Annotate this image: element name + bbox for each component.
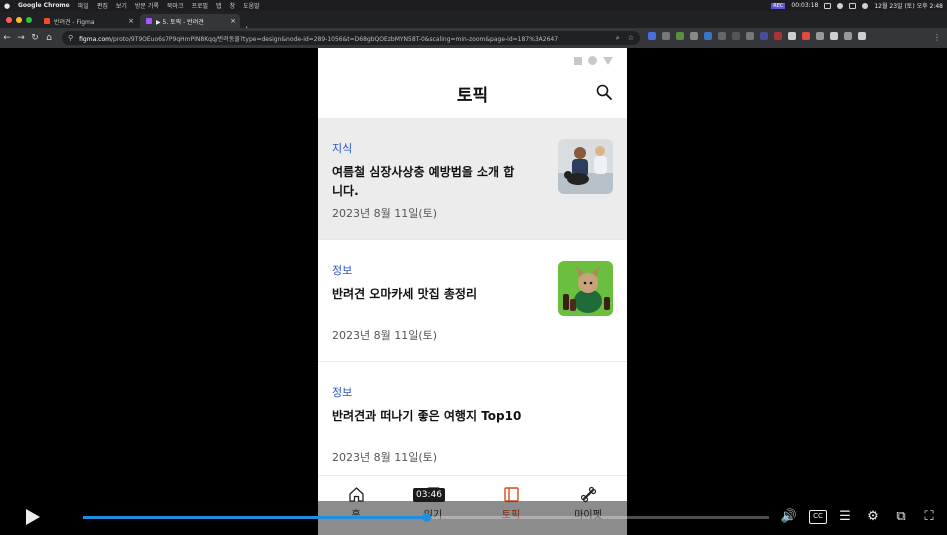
extension-icon[interactable] [732,32,740,40]
play-icon[interactable] [26,509,40,525]
extension-icon[interactable] [788,32,796,40]
extension-icon[interactable] [774,32,782,40]
reload-icon[interactable]: ↻ [28,33,42,43]
topic-title: 반려견 오마카세 맛집 총정리 [332,287,478,301]
menu-app-name[interactable]: Google Chrome [18,2,70,9]
circle-status-icon [588,56,597,65]
home-browser-icon[interactable]: ⌂ [42,33,56,43]
topic-category: 지식 [332,142,353,155]
extension-icon[interactable] [816,32,824,40]
extension-icon[interactable] [718,32,726,40]
phone-status-bar [574,56,613,65]
picture-in-picture-icon[interactable]: ⧉ [892,509,910,525]
progress-handle[interactable] [422,513,431,522]
extension-icon[interactable] [690,32,698,40]
square-status-icon [574,56,582,65]
battery-icon[interactable] [849,2,857,9]
zoom-icon[interactable]: ⌕ [616,34,620,43]
extension-icon[interactable] [662,32,670,40]
recording-badge[interactable]: REC [771,2,786,9]
topic-title: 반려견과 떠나기 좋은 여행지 Top10 [332,409,522,423]
browser-tab-prototype[interactable]: ▶ 5. 토픽 - 반려견 × [140,14,240,28]
extension-icon[interactable] [858,32,866,40]
back-icon[interactable]: ← [0,33,14,43]
topic-thumbnail-vet-photo [558,139,613,194]
control-center-icon[interactable] [837,2,844,9]
menu-view[interactable]: 보기 [116,1,127,10]
extension-icon[interactable] [704,32,712,40]
settings-gear-icon[interactable]: ⚙ [864,509,882,525]
zoom-window-button[interactable] [26,17,32,23]
extension-icon[interactable] [760,32,768,40]
figma-favicon-icon [146,18,152,24]
macos-menu-bar: ● Google Chrome 파일 편집 보기 방문 기록 북마크 프로필 탭… [0,0,947,11]
extension-icon[interactable] [802,32,810,40]
prototype-phone-frame: 토픽 지식 여름철 심장사상충 예방법을 소개 합니다. 2023년 8월 11… [318,48,627,535]
menu-tab[interactable]: 탭 [216,1,222,10]
tab-label: ▶ 5. 토픽 - 반려견 [156,18,204,26]
menu-profile[interactable]: 프로필 [191,1,208,10]
video-player-controls: 🔊 CC ☰ ⚙ ⧉ ⛶ [0,501,947,535]
wifi-icon[interactable] [862,2,869,9]
extension-icon[interactable] [676,32,684,40]
screen: ● Google Chrome 파일 편집 보기 방문 기록 북마크 프로필 탭… [0,0,947,535]
search-icon[interactable] [596,84,612,100]
tab-close-icon[interactable]: × [230,17,236,25]
menu-help[interactable]: 도움말 [243,1,260,10]
menu-bar-status-area: REC 00:03:18 12월 23일 (토) 오후 2:48 [771,0,943,11]
topic-category: 정보 [332,264,353,277]
extensions-area [648,32,866,40]
site-info-icon[interactable]: ⚲ [68,34,73,42]
menu-clock[interactable]: 12월 23일 (토) 오후 2:48 [874,1,943,10]
topic-date: 2023년 8월 11일(토) [332,207,438,220]
triangle-status-icon [603,56,613,65]
page-title: 토픽 [456,86,489,106]
apple-icon[interactable]: ● [4,2,12,10]
topic-title: 여름철 심장사상충 예방법을 소개 합니다. [332,165,515,198]
topic-category: 정보 [332,386,353,399]
captions-icon[interactable]: CC [809,510,827,524]
extension-icon[interactable] [844,32,852,40]
minimize-window-button[interactable] [16,17,22,23]
fullscreen-icon[interactable]: ⛶ [920,509,938,525]
transcript-icon[interactable]: ☰ [836,509,854,525]
topic-thumbnail-bulldog-photo [558,261,613,316]
progress-fill [83,516,426,519]
window-controls [6,17,32,23]
menu-window[interactable]: 창 [230,1,236,10]
tab-label: 반려견 - Figma [54,18,95,26]
forward-icon[interactable]: → [14,33,28,43]
menu-edit[interactable]: 편집 [97,1,108,10]
menu-bookmarks[interactable]: 북마크 [167,1,184,10]
figma-favicon-icon [44,18,50,24]
close-window-button[interactable] [6,17,12,23]
display-icon[interactable] [824,2,832,9]
chrome-menu-icon[interactable]: ⋮ [933,33,941,42]
address-bar[interactable]: ⚲ figma.com/proto/9T9OEuo6s7P9qHmPIN8Kqq… [62,31,640,45]
tab-close-icon[interactable]: × [128,17,134,25]
topic-date: 2023년 8월 11일(토) [332,329,438,342]
time-tooltip: 03:46 [413,488,445,502]
browser-tab-strip: 반려견 - Figma × ▶ 5. 토픽 - 반려견 × + ⌄ [0,11,947,35]
menu-file[interactable]: 파일 [78,1,89,10]
volume-icon[interactable]: 🔊 [780,509,798,525]
menu-history[interactable]: 방문 기록 [135,1,159,10]
extension-icon[interactable] [648,32,656,40]
topic-card[interactable]: 정보 반려견 오마카세 맛집 총정리 2023년 8월 11일(토) [318,240,627,361]
topic-card[interactable]: 정보 반려견과 떠나기 좋은 여행지 Top10 2023년 8월 11일(토) [318,362,627,483]
url-text[interactable]: figma.com/proto/9T9OEuo6s7P9qHmPIN8Kqq/반… [79,34,599,43]
topic-card[interactable]: 지식 여름철 심장사상충 예방법을 소개 합니다. 2023년 8월 11일(토… [318,118,627,239]
extension-icon[interactable] [830,32,838,40]
browser-toolbar: ← → ↻ ⌂ ⚲ figma.com/proto/9T9OEuo6s7P9qH… [0,28,947,48]
bookmark-star-icon[interactable]: ☆ [628,34,634,43]
browser-tab-figma[interactable]: 반려견 - Figma × [38,14,138,28]
topic-date: 2023년 8월 11일(토) [332,451,438,464]
video-progress-bar[interactable] [83,513,769,522]
extension-icon[interactable] [746,32,754,40]
recording-timer: 00:03:18 [791,2,819,9]
